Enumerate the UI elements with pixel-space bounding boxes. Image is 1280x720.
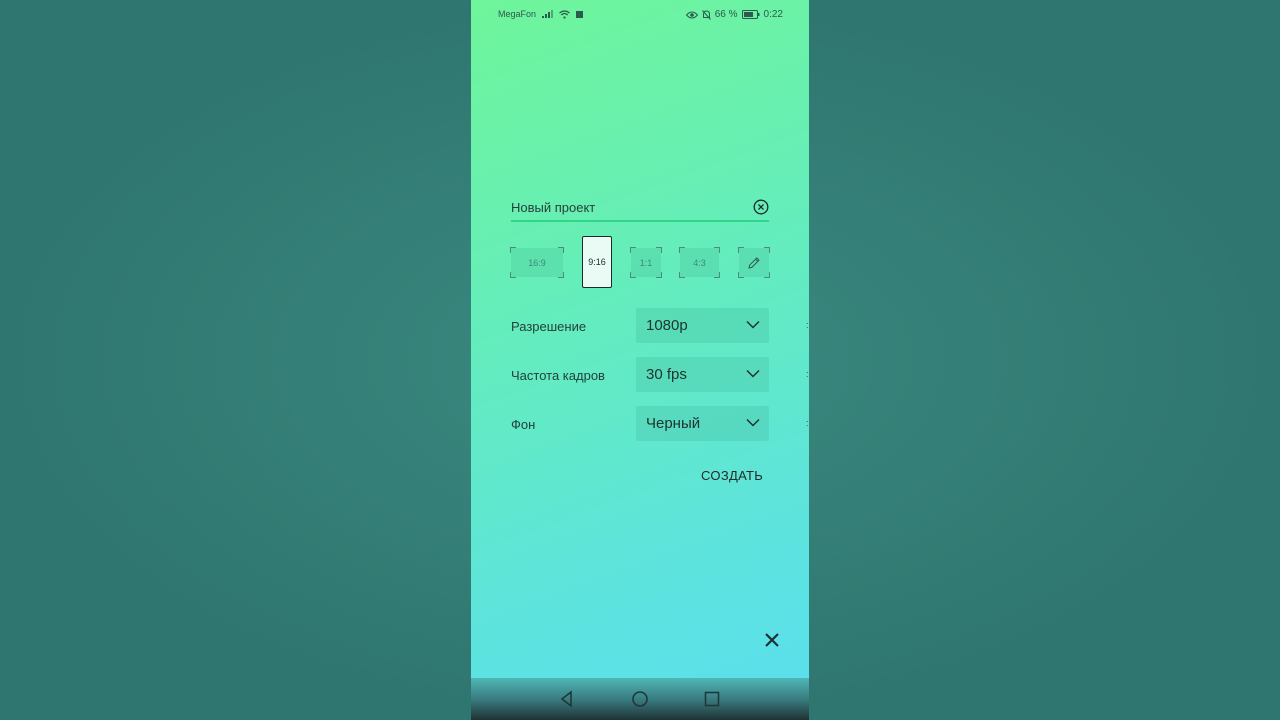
custom-ratio-button[interactable] <box>738 247 770 278</box>
edge-fragment: : <box>806 320 809 330</box>
ratio-4-3-option[interactable]: 4:3 <box>679 247 720 278</box>
clock: 0:22 <box>763 9 783 20</box>
ratio-1-1-option[interactable]: 1:1 <box>630 247 662 278</box>
background-setting: Фон Черный <box>511 406 769 442</box>
close-circle-icon[interactable] <box>753 199 769 215</box>
edge-fragment: : <box>806 369 809 379</box>
background-value: Черный <box>646 415 701 432</box>
background-dropdown[interactable]: Черный <box>636 406 769 441</box>
chevron-down-icon <box>746 320 760 329</box>
ratio-16-9-option[interactable]: 16:9 <box>510 247 564 278</box>
close-icon[interactable] <box>761 629 783 651</box>
phone-screen: MegaFon 66 % 0:22 Новый проект 16:9 9:16… <box>471 0 809 720</box>
status-bar: MegaFon 66 % 0:22 <box>471 0 809 30</box>
ratio-label: 16:9 <box>528 257 546 268</box>
ratio-label: 1:1 <box>639 257 653 268</box>
eye-icon <box>685 11 698 18</box>
project-name-field[interactable]: Новый проект <box>511 196 769 222</box>
pencil-icon <box>748 256 760 269</box>
wifi-icon <box>559 9 570 19</box>
resolution-setting: Разрешение 1080p <box>511 308 769 344</box>
back-icon[interactable] <box>557 689 577 709</box>
system-navigation-bar <box>471 678 809 720</box>
framerate-label: Частота кадров <box>511 368 605 383</box>
battery-percent: 66 % <box>714 9 738 20</box>
ratio-9-16-option[interactable]: 9:16 <box>582 236 612 288</box>
project-name-value[interactable]: Новый проект <box>511 200 595 215</box>
resolution-value: 1080p <box>646 317 688 334</box>
framerate-setting: Частота кадров 30 fps <box>511 357 769 393</box>
chevron-down-icon <box>746 418 760 427</box>
framerate-value: 30 fps <box>646 366 687 383</box>
record-indicator-icon <box>576 10 584 18</box>
background-label: Фон <box>511 417 536 432</box>
resolution-dropdown[interactable]: 1080p <box>636 308 769 343</box>
chevron-down-icon <box>746 369 760 378</box>
bell-off-icon <box>701 9 711 20</box>
edge-fragment: : <box>806 418 809 428</box>
recents-icon[interactable] <box>702 689 722 709</box>
create-button[interactable]: СОЗДАТЬ <box>701 468 763 483</box>
home-icon[interactable] <box>630 689 650 709</box>
resolution-label: Разрешение <box>511 319 587 334</box>
aspect-ratio-selector: 16:9 9:16 1:1 4:3 <box>510 236 770 288</box>
carrier-name: MegaFon <box>498 9 537 19</box>
battery-icon <box>741 10 760 19</box>
ratio-label: 4:3 <box>693 257 706 268</box>
ratio-label: 9:16 <box>588 257 606 267</box>
signal-icon <box>542 10 554 18</box>
framerate-dropdown[interactable]: 30 fps <box>636 357 769 392</box>
